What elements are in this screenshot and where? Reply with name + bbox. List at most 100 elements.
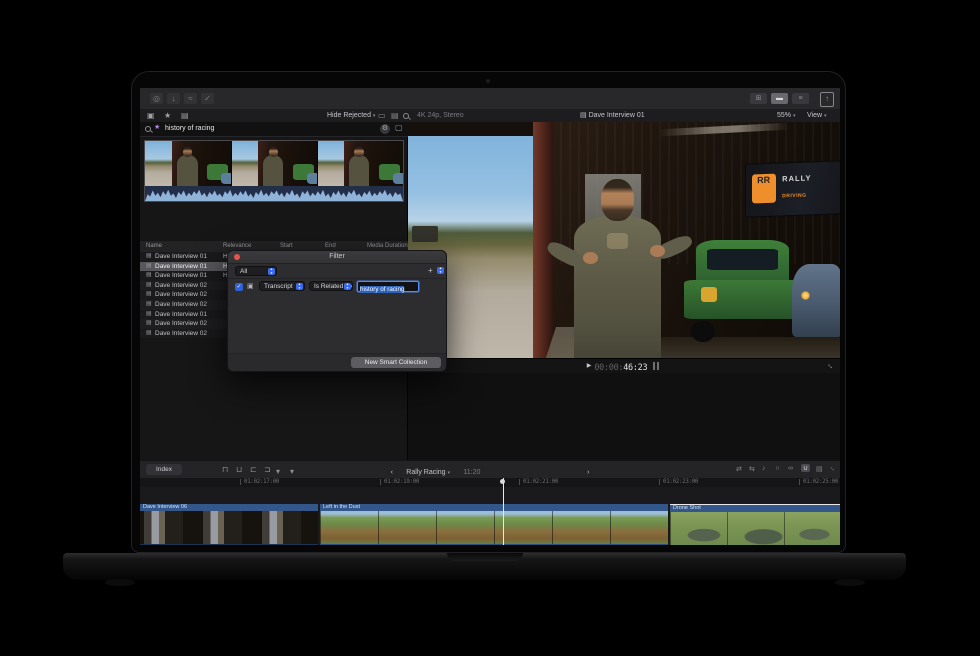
filmstrip-view-icon[interactable]: ▭ [378, 111, 386, 120]
clip-icon: ▤ [146, 329, 152, 339]
chevron-down-icon: ▾ [824, 113, 827, 119]
clip-icon: ▤ [146, 281, 152, 291]
dialog-title: Filter [228, 251, 446, 263]
clip-icon: ▤ [146, 252, 152, 262]
skimming-icon[interactable]: ⇆ [749, 465, 755, 473]
titles-generators-icon[interactable]: ▤ [181, 111, 189, 120]
viewer-format-info: 4K 24p, Stereo [417, 109, 464, 122]
stepper-icon: ▴▾ [344, 283, 351, 290]
filmstrip-frames [145, 141, 403, 186]
rubber-foot [835, 579, 865, 586]
timeline: Index ⊓ ⊔ ⊏ ⊐ ▾ ▾ ‹ Rally Racing ▾ 11:20… [140, 460, 840, 545]
timeline-zoom-icon[interactable]: ↔ [828, 464, 838, 474]
previous-project-icon[interactable]: ‹ [391, 469, 393, 476]
toolbar-row: ▣ ★ ▤ Hide Rejected ▾ ▭ ▤ 4K 24p, Stereo… [140, 109, 840, 123]
project-duration: 11:20 [463, 469, 480, 476]
snapping-icon[interactable]: ∪ [801, 464, 810, 472]
rule-value-input[interactable]: history of racing [357, 281, 419, 292]
timecode-current: 46:23 [623, 363, 647, 373]
timeline-clip-drone-shot[interactable]: Drone Shot [670, 504, 840, 545]
filmstrip-waveform [145, 186, 403, 201]
chevron-down-icon: ▾ [373, 113, 376, 119]
import-icon[interactable]: ↓ [167, 93, 180, 104]
play-button[interactable]: ▶ [587, 363, 592, 369]
workspace-grid-button[interactable]: ⊞ [750, 93, 767, 104]
clip-icon: ▤ [146, 262, 152, 272]
timeline-toolbar: Index ⊓ ⊔ ⊏ ⊐ ▾ ▾ ‹ Rally Racing ▾ 11:20… [140, 461, 840, 479]
solo-icon[interactable]: ∩ [775, 465, 780, 472]
viewer-view-dropdown[interactable]: View ▾ [807, 109, 827, 123]
audio-meters-icon[interactable] [653, 359, 661, 373]
scope-dropdown[interactable]: All ▴▾ [235, 266, 277, 276]
workspace-list-button[interactable]: ≡ [792, 93, 809, 104]
viewer-video[interactable]: RR RALLY DRIVING [408, 122, 840, 358]
rubber-foot [105, 579, 135, 586]
window-titlebar: ◎ ↓ ≈ ✓ ⊞ ▬ ≡ ↑ [140, 88, 840, 110]
clip-icon: ▤ [580, 112, 587, 119]
viewer-clip-title: ▤ Dave Interview 01 [580, 109, 645, 122]
append-edit-icon[interactable]: ⊏ [250, 465, 257, 474]
list-view-icon[interactable]: ▤ [391, 111, 399, 120]
tasks-icon[interactable]: ✓ [201, 93, 214, 104]
smart-collection-icon: ★ [154, 123, 160, 131]
fcp-window: ◎ ↓ ≈ ✓ ⊞ ▬ ≡ ↑ ▣ ★ ▤ Hide Rejected ▾ ▭ … [140, 88, 840, 545]
search-input[interactable]: history of racing [165, 122, 214, 136]
workspace-filmstrip-button[interactable]: ▬ [771, 93, 788, 104]
loop-icon[interactable]: ∞ [788, 465, 793, 472]
column-name[interactable]: Name [146, 241, 162, 252]
gear-icon[interactable]: ⚙ [380, 124, 390, 134]
libraries-icon[interactable]: ▣ [147, 111, 155, 120]
record-icon[interactable]: ◎ [150, 93, 163, 104]
timecode-hours: 00:00: [594, 363, 623, 373]
search-icon[interactable] [403, 113, 409, 119]
webcam-icon [486, 79, 490, 83]
filter-dialog: Filter All ▴▾ + ▴▾ ✓ ▣ Transcript ▴▾ Is … [227, 250, 447, 372]
add-rule-button[interactable]: + [428, 266, 433, 275]
effects-icon[interactable]: ≈ [184, 93, 197, 104]
filter-dialog-titlebar[interactable]: Filter [228, 251, 446, 264]
playhead-handle[interactable] [500, 479, 505, 484]
macbook-base [63, 553, 906, 580]
rule-operator-dropdown[interactable]: Is Related To ▴▾ [309, 281, 353, 291]
filter-window-icon[interactable]: ▢ [395, 123, 403, 132]
search-icon [145, 126, 151, 132]
clip-icon: ▤ [146, 319, 152, 329]
overwrite-edit-icon[interactable]: ⊐ [264, 465, 271, 474]
stepper-icon: ▴▾ [268, 268, 275, 275]
viewer-zoom-dropdown[interactable]: 55% ▾ [777, 109, 795, 123]
lid-notch [447, 553, 523, 561]
connect-edit-icon[interactable]: ⊓ [222, 465, 228, 474]
add-rule-dropdown-icon[interactable]: ▴▾ [437, 267, 444, 274]
timeline-clip-left-in-the-dust[interactable]: Left in the Dust [320, 504, 668, 545]
audio-skimming-icon[interactable]: ♪ [762, 465, 766, 472]
clip-filmstrip[interactable] [144, 140, 404, 202]
rule-type-dropdown[interactable]: Transcript ▴▾ [259, 281, 305, 291]
rule-checkbox[interactable]: ✓ [235, 283, 243, 291]
clip-appearance-icon[interactable]: ▤ [816, 465, 823, 473]
stepper-icon: ▴▾ [296, 283, 303, 290]
photos-audio-icon[interactable]: ★ [164, 111, 171, 120]
share-button[interactable]: ↑ [820, 92, 834, 107]
interview-subject [408, 122, 840, 358]
clip-icon: ▤ [146, 290, 152, 300]
next-project-icon[interactable]: › [587, 469, 589, 476]
viewer-pane: RR RALLY DRIVING ▶00:00:46:23 ↔ [408, 122, 840, 460]
timeline-clip-dave-interview-06[interactable]: Dave Interview 06 [140, 504, 318, 545]
new-smart-collection-button[interactable]: New Smart Collection [351, 357, 441, 368]
viewer-transport-bar: ▶00:00:46:23 ↔ [408, 358, 840, 373]
insert-edit-icon[interactable]: ⊔ [236, 465, 242, 474]
search-field[interactable]: ★ history of racing ⚙ ▢ [140, 122, 408, 137]
chevron-down-icon[interactable]: ▾ [276, 467, 280, 476]
hide-rejected-dropdown[interactable]: Hide Rejected ▾ [327, 109, 375, 123]
trim-icon[interactable]: ⇄ [736, 465, 742, 473]
dialog-footer: New Smart Collection [228, 353, 446, 371]
chevron-down-icon: ▾ [793, 113, 796, 119]
playhead[interactable] [503, 478, 504, 545]
timeline-tracks: Dave Interview 06 Left in the Dust Drone… [140, 487, 840, 545]
page-background: ◎ ↓ ≈ ✓ ⊞ ▬ ≡ ↑ ▣ ★ ▤ Hide Rejected ▾ ▭ … [0, 0, 980, 656]
clip-icon: ▤ [146, 271, 152, 281]
index-button[interactable]: Index [146, 464, 182, 475]
transcript-icon: ▣ [247, 282, 254, 290]
tools-dropdown-icon[interactable]: ▾ [290, 467, 294, 476]
project-dropdown[interactable]: Rally Racing ▾ [406, 469, 450, 476]
